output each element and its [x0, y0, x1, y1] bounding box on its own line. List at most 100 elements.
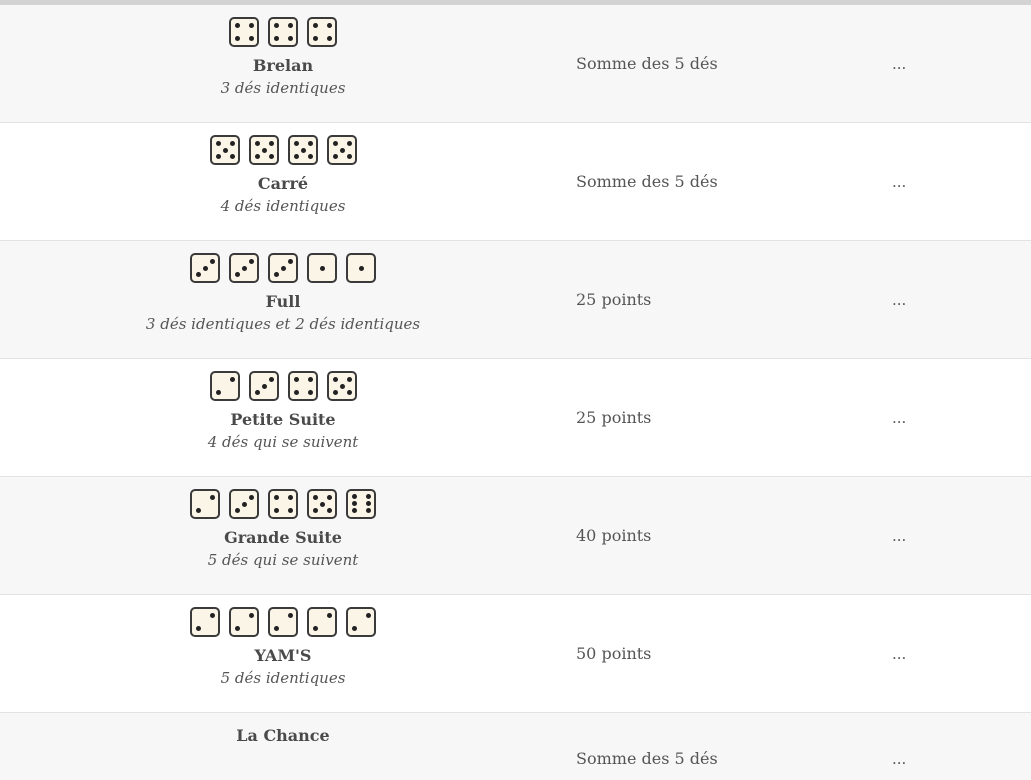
die-pip	[288, 259, 293, 264]
die-pip	[235, 626, 240, 631]
die-face-2-icon	[190, 489, 220, 519]
table-row: Full 3 dés identiques et 2 dés identique…	[0, 241, 1031, 359]
combination-cell: La Chance	[0, 713, 566, 780]
die-pip	[281, 266, 286, 271]
die-pip	[332, 154, 338, 159]
die-pip	[196, 626, 201, 631]
die-pip	[249, 23, 254, 28]
die-pip	[313, 36, 318, 41]
die-pip	[261, 148, 267, 153]
die-pip	[307, 141, 313, 146]
score-value: ...	[892, 172, 907, 191]
die-face-5-icon	[307, 489, 337, 519]
die-face-2-icon	[229, 607, 259, 637]
die-pip	[346, 390, 352, 395]
die-face-3-icon	[248, 371, 279, 401]
die-pip	[249, 36, 254, 41]
die-pip	[249, 495, 254, 500]
die-pip	[366, 501, 371, 506]
combination-name: Petite Suite	[230, 410, 336, 429]
combination-cell: Petite Suite 4 dés qui se suivent	[0, 359, 566, 476]
die-pip	[254, 141, 260, 146]
die-face-5-icon	[326, 371, 357, 401]
dice-group	[0, 607, 566, 641]
die-pip	[210, 259, 215, 264]
die-pip	[320, 266, 325, 271]
die-face-4-icon	[229, 17, 259, 47]
score-value: ...	[892, 290, 907, 309]
die-pip	[332, 141, 338, 146]
die-pip	[293, 390, 299, 395]
die-pip	[249, 613, 254, 618]
die-pip	[339, 384, 345, 389]
die-pip	[359, 266, 364, 271]
score-value: ...	[892, 54, 907, 73]
die-face-2-icon	[209, 371, 240, 401]
die-pip	[268, 141, 274, 146]
table-row: Brelan 3 dés identiques Somme des 5 dés …	[0, 5, 1031, 123]
dice-group	[0, 253, 566, 287]
die-pip	[352, 626, 357, 631]
die-pip	[332, 377, 338, 382]
die-pip	[235, 36, 240, 41]
die-pip	[261, 384, 267, 389]
die-pip	[366, 494, 371, 499]
combination-description: 4 dés identiques	[220, 197, 346, 215]
die-pip	[229, 141, 235, 146]
die-face-3-icon	[268, 253, 298, 283]
die-pip	[313, 495, 318, 500]
die-face-1-icon	[346, 253, 376, 283]
combination-name: Grande Suite	[224, 528, 342, 547]
die-pip	[210, 495, 215, 500]
dice-group	[0, 135, 566, 169]
die-pip	[346, 141, 352, 146]
die-pip	[274, 495, 279, 500]
dice-group	[0, 17, 566, 51]
die-pip	[215, 390, 221, 395]
table-row: La Chance Somme des 5 dés ...	[0, 713, 1031, 780]
die-pip	[229, 154, 235, 159]
combination-name: Carré	[257, 174, 309, 193]
die-face-2-icon	[268, 607, 298, 637]
die-pip	[320, 502, 325, 507]
die-pip	[235, 508, 240, 513]
die-pip	[222, 148, 228, 153]
die-pip	[366, 613, 371, 618]
die-pip	[346, 377, 352, 382]
die-pip	[307, 154, 313, 159]
combination-name: YAM'S	[254, 646, 312, 665]
die-face-5-icon	[326, 135, 357, 165]
dice-group	[0, 371, 566, 405]
die-face-4-icon	[287, 371, 318, 401]
combination-description: 5 dés identiques	[220, 669, 346, 687]
die-pip	[327, 23, 332, 28]
table-row: Grande Suite 5 dés qui se suivent 40 poi…	[0, 477, 1031, 595]
die-pip	[249, 259, 254, 264]
die-face-6-icon	[346, 489, 376, 519]
die-pip	[352, 494, 357, 499]
die-pip	[293, 377, 299, 382]
die-pip	[242, 502, 247, 507]
die-pip	[307, 377, 313, 382]
table-row: YAM'S 5 dés identiques 50 points ...	[0, 595, 1031, 713]
die-pip	[274, 508, 279, 513]
die-pip	[288, 495, 293, 500]
die-face-1-icon	[307, 253, 337, 283]
die-pip	[274, 23, 279, 28]
combination-name: Full	[265, 292, 301, 311]
die-pip	[274, 272, 279, 277]
die-face-4-icon	[268, 489, 298, 519]
score-value: ...	[892, 526, 907, 545]
die-pip	[274, 626, 279, 631]
combination-cell: Full 3 dés identiques et 2 dés identique…	[0, 241, 566, 358]
die-pip	[254, 154, 260, 159]
table-row: Carré 4 dés identiques Somme des 5 dés .…	[0, 123, 1031, 241]
combination-name: Brelan	[252, 56, 314, 75]
die-pip	[327, 36, 332, 41]
die-pip	[327, 508, 332, 513]
score-value: ...	[892, 408, 907, 427]
die-pip	[300, 148, 306, 153]
die-pip	[346, 154, 352, 159]
die-pip	[327, 495, 332, 500]
die-pip	[352, 508, 357, 513]
